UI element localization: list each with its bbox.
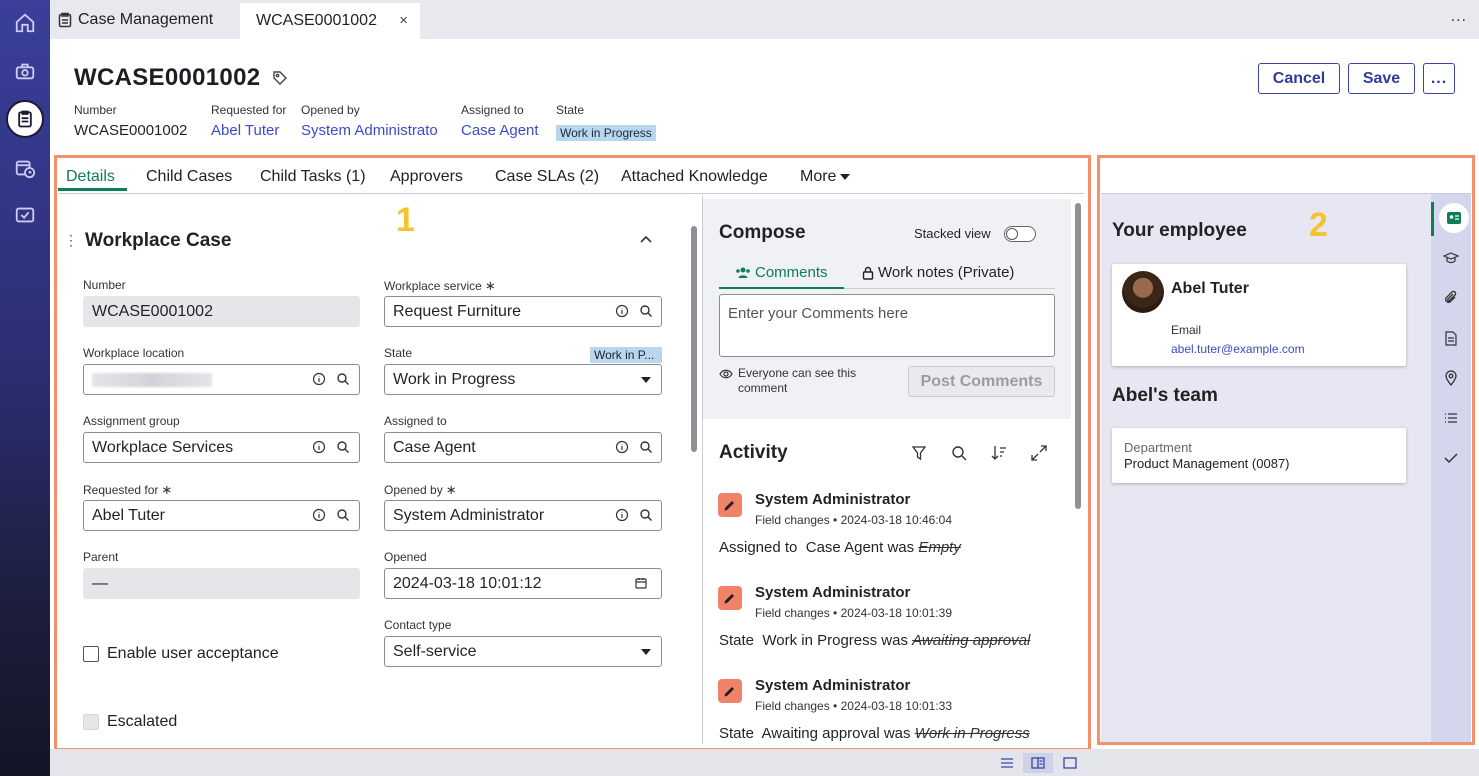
annotation-number-2: 2 xyxy=(1309,206,1328,244)
assigned-to-link[interactable]: Case Agent xyxy=(461,122,539,139)
cancel-button[interactable]: Cancel xyxy=(1258,63,1340,94)
single-view-icon[interactable] xyxy=(1055,753,1085,773)
tab-case-management[interactable]: Case Management xyxy=(50,0,213,39)
tab-label: Case Management xyxy=(78,10,214,28)
more-actions-button[interactable]: ... xyxy=(1423,63,1455,94)
annotation-frame-2 xyxy=(1097,155,1475,745)
record-title: WCASE0001002 xyxy=(74,64,261,91)
workspace-tab-bar: Case Management WCASE0001002 × ... xyxy=(50,0,1479,39)
requested-for-link[interactable]: Abel Tuter xyxy=(211,122,286,139)
meta-state: State Work in Progress xyxy=(556,103,656,141)
meta-opened-by: Opened by System Administrato xyxy=(301,103,438,139)
close-icon[interactable]: × xyxy=(399,12,408,29)
meta-assigned-to: Assigned to Case Agent xyxy=(461,103,539,139)
clipboard-icon xyxy=(58,12,72,27)
settings-icon[interactable] xyxy=(11,57,39,85)
list-view-icon[interactable] xyxy=(992,753,1022,773)
meta-number: Number WCASE0001002 xyxy=(74,103,188,139)
tab-record[interactable]: WCASE0001002 × xyxy=(240,3,420,39)
calendar-clock-icon[interactable] xyxy=(11,154,39,182)
split-view-icon[interactable] xyxy=(1023,753,1053,773)
left-nav-rail xyxy=(0,0,50,776)
status-badge: Work in Progress xyxy=(556,125,656,141)
more-tabs-icon[interactable]: ... xyxy=(1451,8,1467,26)
save-button[interactable]: Save xyxy=(1348,63,1415,94)
inbox-check-icon[interactable] xyxy=(11,201,39,229)
meta-requested-for: Requested for Abel Tuter xyxy=(211,103,287,139)
annotation-frame-1 xyxy=(54,155,1091,751)
tag-icon[interactable] xyxy=(272,70,288,89)
annotation-number-1: 1 xyxy=(396,201,415,239)
tab-label: WCASE0001002 xyxy=(256,12,377,29)
bottom-toolbar xyxy=(50,749,1479,776)
opened-by-link[interactable]: System Administrato xyxy=(301,122,438,139)
home-icon[interactable] xyxy=(11,9,39,37)
case-list-icon[interactable] xyxy=(6,100,44,138)
